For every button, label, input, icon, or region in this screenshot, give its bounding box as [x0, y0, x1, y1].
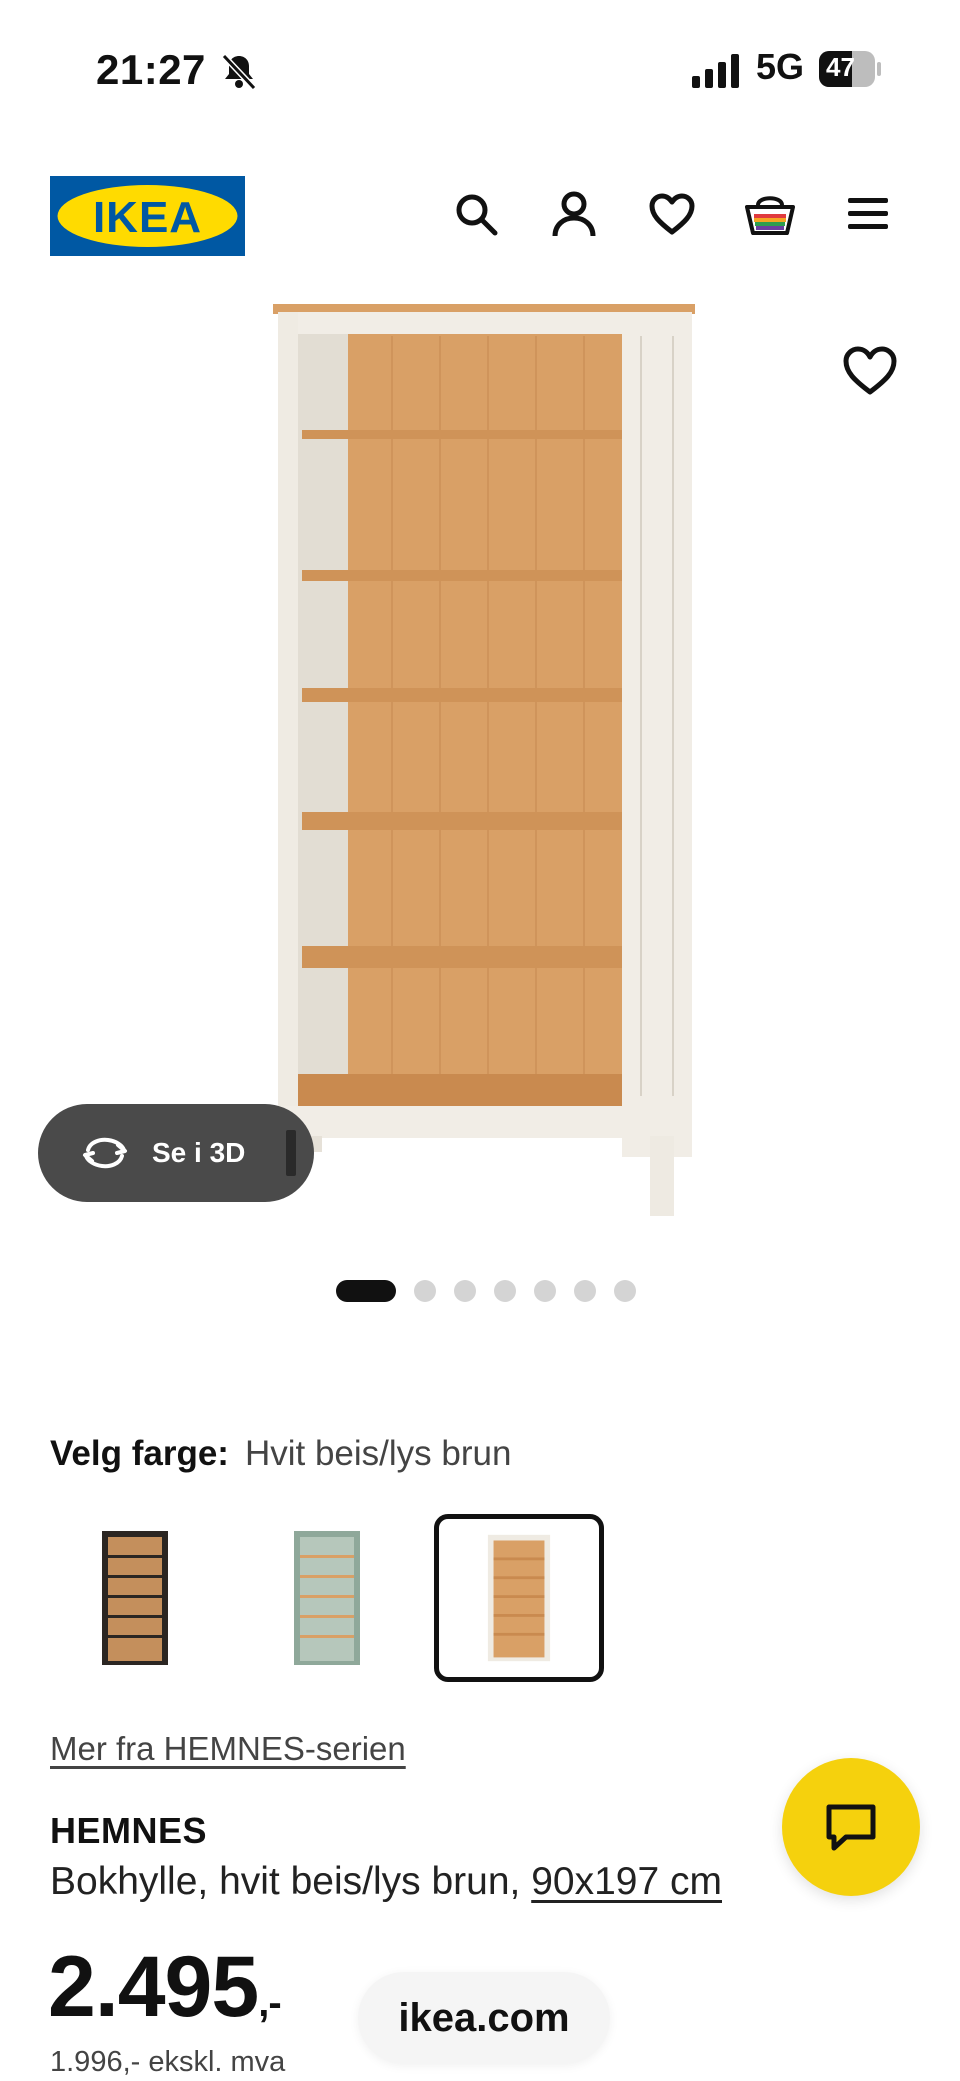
price-ex-vat: 1.996,- ekskl. mva: [50, 2046, 286, 2078]
color-value: Hvit beis/lys brun: [244, 1434, 512, 1473]
product-size-link[interactable]: 90x197 cm: [531, 1860, 722, 1903]
menu-icon[interactable]: [840, 186, 896, 242]
series-link[interactable]: Mer fra HEMNES-serien: [50, 1730, 406, 1768]
chat-bubble-icon: [826, 1804, 876, 1851]
browser-address-pill[interactable]: ikea.com: [358, 1972, 610, 2064]
search-icon[interactable]: [448, 186, 504, 242]
see-in-3d-button[interactable]: Se i 3D: [38, 1104, 314, 1202]
silent-bell-icon: [221, 53, 257, 91]
carousel-dot-4[interactable]: [494, 1280, 516, 1302]
rotate-3d-icon: [83, 1137, 127, 1169]
swatch-black-brown[interactable]: [50, 1514, 220, 1682]
browser-domain: ikea.com: [398, 1995, 570, 2040]
network-type: 5G: [756, 46, 805, 87]
logo-text: IKEA: [92, 193, 203, 242]
carousel-dot-1[interactable]: [336, 1280, 396, 1302]
battery-icon: 47: [818, 50, 882, 88]
color-label: Velg farge:: [50, 1434, 229, 1473]
shopping-bag-icon[interactable]: [742, 186, 798, 242]
battery-level: 47: [826, 52, 855, 82]
favorite-heart-icon[interactable]: [838, 338, 902, 402]
product-description-text: Bokhylle, hvit beis/lys brun,: [50, 1860, 532, 1903]
see-in-3d-label: Se i 3D: [152, 1137, 246, 1168]
product-description: Bokhylle, hvit beis/lys brun, 90x197 cm: [50, 1860, 722, 1904]
product-image[interactable]: [0, 296, 960, 1236]
cellular-signal-icon: [692, 54, 739, 88]
wishlist-heart-icon[interactable]: [644, 186, 700, 242]
product-name: HEMNES: [50, 1810, 208, 1851]
carousel-dot-3[interactable]: [454, 1280, 476, 1302]
carousel-dot-2[interactable]: [414, 1280, 436, 1302]
image-carousel-indicator: [336, 1280, 636, 1302]
carousel-dot-5[interactable]: [534, 1280, 556, 1302]
price-main: 2.495: [48, 1939, 259, 2035]
carousel-dot-6[interactable]: [574, 1280, 596, 1302]
product-price: 2.495,-: [48, 1938, 282, 2037]
account-icon[interactable]: [546, 186, 602, 242]
chat-button[interactable]: [782, 1758, 920, 1896]
status-time: 21:27: [96, 46, 206, 93]
swatch-grey-green[interactable]: [242, 1514, 412, 1682]
price-suffix: ,-: [258, 1981, 281, 2025]
button-edge: [286, 1130, 296, 1176]
carousel-dot-7[interactable]: [614, 1280, 636, 1302]
swatch-white-stain-light-brown[interactable]: [434, 1514, 604, 1682]
color-selection-label: Velg farge: Hvit beis/lys brun: [50, 1434, 511, 1474]
ikea-logo[interactable]: IKEA: [50, 176, 245, 256]
